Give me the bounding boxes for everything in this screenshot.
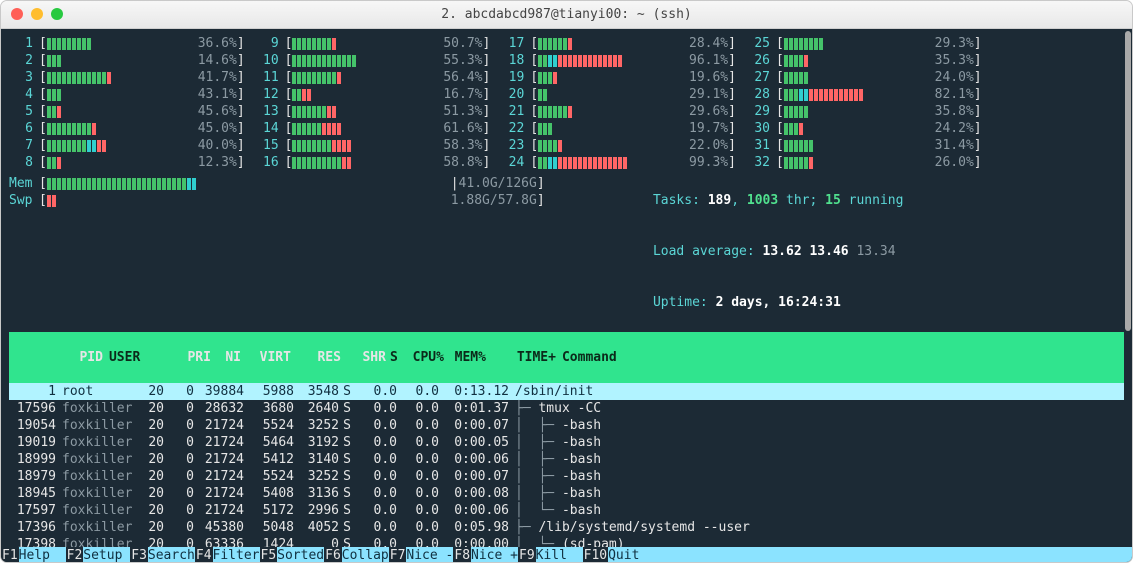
process-table[interactable]: 1root2003988459883548S0.00.00:13.12/sbin… — [9, 383, 1124, 563]
fkey-label[interactable]: Nice + — [471, 547, 518, 563]
cpu-meter-6: 6[45.0%] — [9, 120, 245, 137]
cpu-meter-18: 18[96.1%] — [500, 52, 736, 69]
fkey-label[interactable]: Sorted — [277, 547, 324, 563]
cpu-meter-30: 30[24.2%] — [746, 120, 982, 137]
cpu-meter-21: 21[29.6%] — [500, 103, 736, 120]
table-row[interactable]: 17597foxkiller2002172451722996S0.00.00:0… — [9, 502, 1124, 519]
cpu-meter-4: 4[43.1%] — [9, 86, 245, 103]
close-icon[interactable] — [11, 8, 23, 20]
cpu-meter-16: 16[58.8%] — [255, 154, 491, 171]
fkey-label[interactable]: Quit — [608, 547, 655, 563]
cpu-meter-15: 15[58.3%] — [255, 137, 491, 154]
fkey-f1[interactable]: F1 — [1, 547, 19, 563]
mem-area: Mem[|41.0G/126G] Swp[1.88G/57.8G] Tasks:… — [9, 175, 1124, 328]
cpu-meter-31: 31[31.4%] — [746, 137, 982, 154]
fkey-label[interactable]: Kill — [536, 547, 583, 563]
fkey-f5[interactable]: F5 — [260, 547, 278, 563]
cpu-meter-11: 11[56.4%] — [255, 69, 491, 86]
mem-meter: Mem[|41.0G/126G] — [9, 175, 545, 192]
process-table-header[interactable]: PIDUSERPRINIVIRTRESSHRSCPU%MEM%TIME+Comm… — [9, 332, 1124, 383]
table-row[interactable]: 17396foxkiller2004538050484052S0.00.00:0… — [9, 519, 1124, 536]
titlebar[interactable]: 2. abcdabcd987@tianyi00: ~ (ssh) — [1, 1, 1132, 29]
fkey-f7[interactable]: F7 — [389, 547, 407, 563]
swp-meter: Swp[1.88G/57.8G] — [9, 192, 545, 209]
function-keys: F1Help F2Setup F3SearchF4FilterF5SortedF… — [1, 547, 1132, 563]
cpu-meter-32: 32[26.0%] — [746, 154, 982, 171]
table-row[interactable]: 19019foxkiller2002172454643192S0.00.00:0… — [9, 434, 1124, 451]
cpu-meter-22: 22[19.7%] — [500, 120, 736, 137]
fkey-label[interactable]: Nice - — [406, 547, 453, 563]
fkey-f2[interactable]: F2 — [66, 547, 84, 563]
table-row[interactable]: 18945foxkiller2002172454083136S0.00.00:0… — [9, 485, 1124, 502]
cpu-meter-29: 29[35.8%] — [746, 103, 982, 120]
fkey-label[interactable]: Collap — [342, 547, 389, 563]
cpu-meter-24: 24[99.3%] — [500, 154, 736, 171]
table-row[interactable]: 18979foxkiller2002172455243252S0.00.00:0… — [9, 468, 1124, 485]
fkey-f3[interactable]: F3 — [130, 547, 148, 563]
cpu-meter-9: 9[50.7%] — [255, 35, 491, 52]
cpu-meter-8: 8[12.3%] — [9, 154, 245, 171]
cpu-meter-1: 1[36.6%] — [9, 35, 245, 52]
terminal-body[interactable]: 1[36.6%]2[14.6%]3[41.7%]4[43.1%]5[45.6%]… — [1, 29, 1132, 563]
table-row[interactable]: 1root2003988459883548S0.00.00:13.12/sbin… — [9, 383, 1124, 400]
table-row[interactable]: 19054foxkiller2002172455243252S0.00.00:0… — [9, 417, 1124, 434]
fkey-label[interactable]: Search — [148, 547, 195, 563]
fkey-f6[interactable]: F6 — [324, 547, 342, 563]
fkey-f9[interactable]: F9 — [518, 547, 536, 563]
cpu-meter-23: 23[22.0%] — [500, 137, 736, 154]
fkey-f8[interactable]: F8 — [453, 547, 471, 563]
fkey-label[interactable]: Help — [19, 547, 66, 563]
cpu-meter-10: 10[55.3%] — [255, 52, 491, 69]
cpu-meter-13: 13[51.3%] — [255, 103, 491, 120]
window-title: 2. abcdabcd987@tianyi00: ~ (ssh) — [441, 6, 691, 23]
minimize-icon[interactable] — [31, 8, 43, 20]
table-row[interactable]: 18999foxkiller2002172454123140S0.00.00:0… — [9, 451, 1124, 468]
cpu-meter-20: 20[29.1%] — [500, 86, 736, 103]
terminal-window: 2. abcdabcd987@tianyi00: ~ (ssh) 1[36.6%… — [0, 0, 1133, 563]
cpu-meter-3: 3[41.7%] — [9, 69, 245, 86]
fkey-f4[interactable]: F4 — [195, 547, 213, 563]
cpu-columns: 1[36.6%]2[14.6%]3[41.7%]4[43.1%]5[45.6%]… — [9, 35, 982, 171]
cpu-meter-5: 5[45.6%] — [9, 103, 245, 120]
meters-area: 1[36.6%]2[14.6%]3[41.7%]4[43.1%]5[45.6%]… — [9, 35, 1124, 171]
cpu-meter-14: 14[61.6%] — [255, 120, 491, 137]
cpu-meter-2: 2[14.6%] — [9, 52, 245, 69]
cpu-meter-19: 19[19.6%] — [500, 69, 736, 86]
fkey-label[interactable]: Filter — [213, 547, 260, 563]
cpu-meter-17: 17[28.4%] — [500, 35, 736, 52]
cpu-meter-25: 25[29.3%] — [746, 35, 982, 52]
scrollbar[interactable] — [1125, 31, 1131, 561]
scrollbar-thumb[interactable] — [1125, 31, 1131, 331]
cpu-meter-26: 26[35.3%] — [746, 52, 982, 69]
cpu-meter-12: 12[16.7%] — [255, 86, 491, 103]
cpu-meter-27: 27[24.0%] — [746, 69, 982, 86]
system-info: Tasks: 189, 1003 thr; 15 running Load av… — [575, 175, 904, 328]
cpu-meter-28: 28[82.1%] — [746, 86, 982, 103]
traffic-lights — [11, 8, 63, 20]
cpu-meter-7: 7[40.0%] — [9, 137, 245, 154]
maximize-icon[interactable] — [51, 8, 63, 20]
fkey-f10[interactable]: F10 — [583, 547, 608, 563]
fkey-label[interactable]: Setup — [83, 547, 130, 563]
table-row[interactable]: 17596foxkiller2002863236802640S0.00.00:0… — [9, 400, 1124, 417]
